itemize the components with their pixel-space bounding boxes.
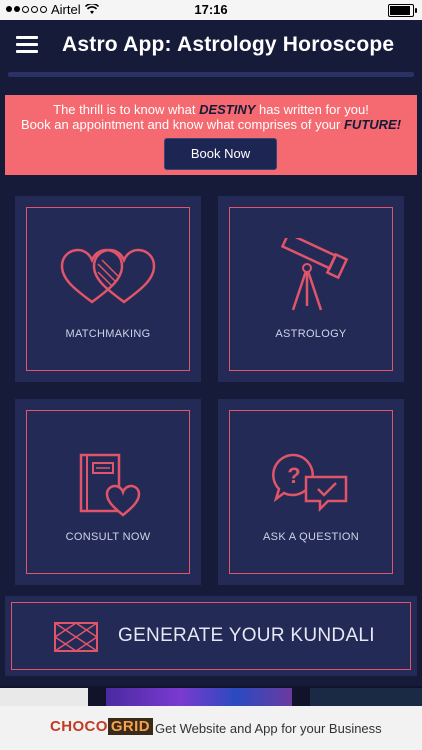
question-chat-icon: ? (230, 451, 392, 518)
generate-kundali-button[interactable]: GENERATE YOUR KUNDALI (5, 596, 417, 676)
banner-text: Book an appointment and know what compri… (20, 117, 344, 132)
tile-ask-question[interactable]: ? ASK A QUESTION (218, 399, 404, 585)
banner-text: The thrill is to know what (53, 102, 200, 117)
image-carousel[interactable] (0, 686, 422, 706)
kundali-label: GENERATE YOUR KUNDALI (118, 625, 375, 646)
tile-consult-now[interactable]: CONSULT NOW (15, 399, 201, 585)
tile-astrology[interactable]: ASTROLOGY (218, 196, 404, 382)
header-divider (8, 72, 414, 77)
book-heart-icon (27, 451, 189, 524)
banner-highlight-future: FUTURE! (343, 117, 402, 132)
page-title: Astro App: Astrology Horoscope (62, 33, 395, 56)
book-now-button[interactable]: Book Now (164, 138, 277, 170)
tile-frame: MATCHMAKING (26, 207, 190, 371)
app-header: Astro App: Astrology Horoscope (0, 20, 422, 72)
tile-label: ASK A QUESTION (263, 531, 359, 543)
banner-line-1: The thrill is to know what DESTINY has w… (5, 102, 417, 117)
svg-text:?: ? (287, 463, 300, 488)
tile-frame: CONSULT NOW (26, 410, 190, 574)
tile-frame: ? ASK A QUESTION (229, 410, 393, 574)
carousel-thumb[interactable] (310, 688, 422, 706)
logo-text: GRID (107, 718, 153, 735)
telescope-icon (230, 232, 392, 323)
tile-label: ASTROLOGY (275, 328, 347, 340)
chocogrid-logo: CHOCO GRID (50, 718, 153, 735)
carousel-thumb[interactable] (106, 688, 292, 706)
tile-matchmaking[interactable]: MATCHMAKING (15, 196, 201, 382)
tile-label: MATCHMAKING (65, 328, 151, 340)
menu-icon[interactable] (16, 36, 38, 56)
kundali-grid-icon (53, 622, 99, 657)
ad-text: Get Website and App for your Business (155, 721, 382, 736)
status-time: 17:16 (194, 2, 228, 17)
tile-frame: ASTROLOGY (229, 207, 393, 371)
tile-label: CONSULT NOW (65, 531, 151, 543)
promo-banner: The thrill is to know what DESTINY has w… (5, 95, 417, 175)
battery-icon (388, 4, 417, 17)
ad-banner[interactable]: CHOCO GRID Get Website and App for your B… (0, 706, 422, 750)
banner-text: has written for you! (255, 102, 369, 117)
banner-line-2: Book an appointment and know what compri… (5, 117, 417, 132)
status-bar: Airtel 17:16 (0, 0, 422, 20)
hearts-icon (27, 246, 189, 311)
kundali-frame: GENERATE YOUR KUNDALI (11, 602, 411, 670)
carousel-thumb[interactable] (0, 688, 88, 706)
banner-highlight-destiny: DESTINY (199, 102, 256, 117)
logo-text: CHOCO (50, 718, 108, 735)
